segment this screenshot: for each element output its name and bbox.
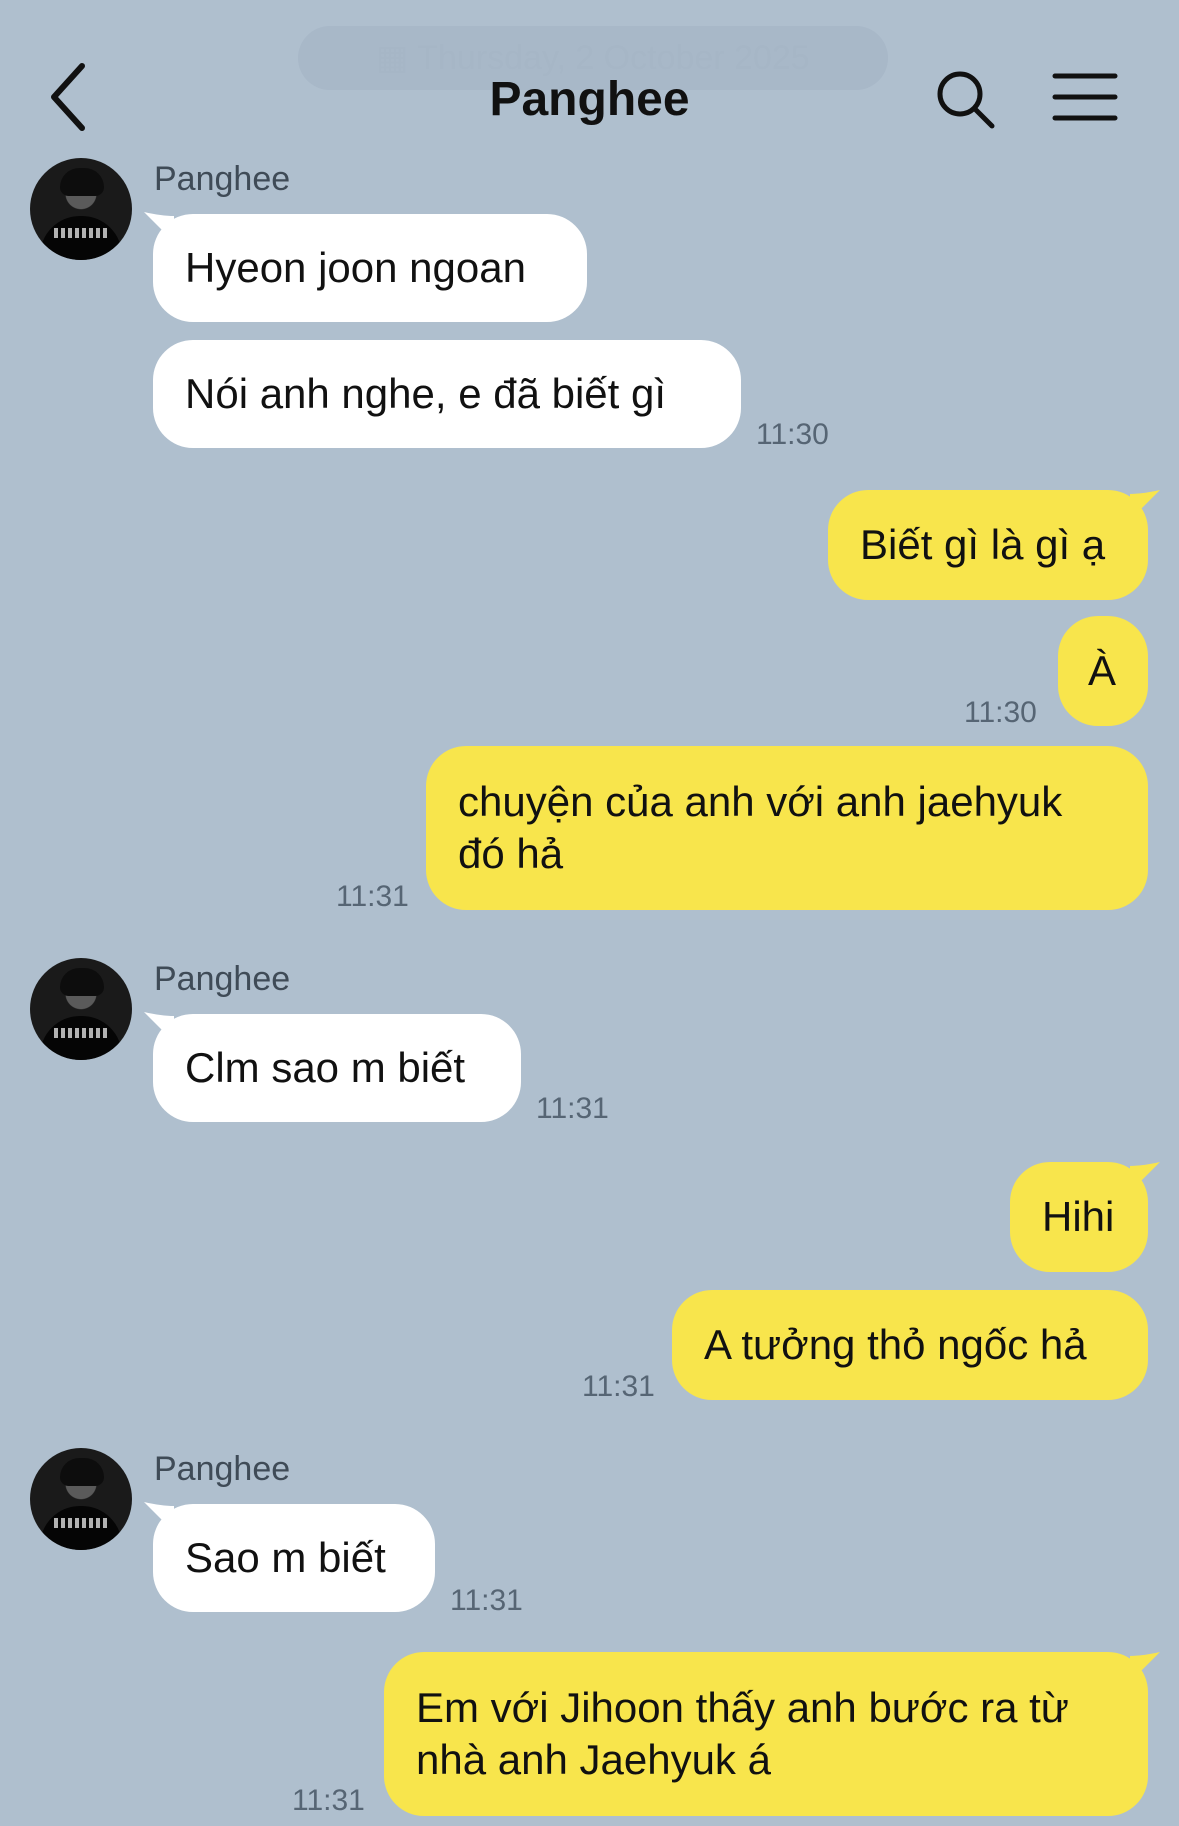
message-text: Biết gì là gì ạ xyxy=(860,521,1106,568)
avatar[interactable] xyxy=(30,1448,132,1550)
message-bubble[interactable]: Hyeon joon ngoan xyxy=(153,214,587,322)
message-time: 11:31 xyxy=(536,1092,609,1125)
message-time: 11:31 xyxy=(582,1370,655,1403)
message-text: Nói anh nghe, e đã biết gì xyxy=(185,370,667,417)
message-text: À xyxy=(1088,647,1117,694)
chat-title: Panghee xyxy=(489,73,690,126)
search-icon xyxy=(937,71,995,129)
message-bubble[interactable]: Hihi xyxy=(1010,1162,1148,1272)
message-bubble[interactable]: chuyện của anh với anh jaehyuk đó hả xyxy=(426,746,1148,910)
message-text: Hyeon joon ngoan xyxy=(185,244,526,291)
hamburger-menu-icon xyxy=(1052,73,1118,121)
sender-name: Panghee xyxy=(154,1450,291,1488)
avatar[interactable] xyxy=(30,958,132,1060)
sender-name: Panghee xyxy=(154,960,291,998)
message-time: 11:30 xyxy=(756,418,829,451)
message-bubble[interactable]: À xyxy=(1058,616,1148,726)
message-time: 11:30 xyxy=(964,696,1037,729)
message-text: Clm sao m biết xyxy=(185,1044,466,1091)
message-bubble[interactable]: Sao m biết xyxy=(153,1504,435,1612)
avatar[interactable] xyxy=(30,158,132,260)
message-time: 11:31 xyxy=(336,880,409,913)
message-bubble[interactable]: Em với Jihoon thấy anh bước ra từ nhà an… xyxy=(384,1652,1148,1816)
message-text: chuyện của anh với anh jaehyuk đó hả xyxy=(458,778,1063,877)
chat-header: Panghee xyxy=(0,0,1179,160)
message-bubble[interactable]: Clm sao m biết xyxy=(153,1014,521,1122)
message-time: 11:31 xyxy=(292,1784,365,1817)
message-text: Em với Jihoon thấy anh bước ra từ nhà an… xyxy=(416,1684,1069,1783)
message-text: A tưởng thỏ ngốc hả xyxy=(704,1321,1087,1368)
message-text: Sao m biết xyxy=(185,1534,386,1581)
message-bubble[interactable]: Biết gì là gì ạ xyxy=(828,490,1148,600)
message-time: 11:31 xyxy=(450,1584,523,1617)
message-text: Hihi xyxy=(1042,1193,1115,1240)
menu-button[interactable] xyxy=(1052,72,1118,122)
message-bubble[interactable]: A tưởng thỏ ngốc hả xyxy=(672,1290,1148,1400)
message-bubble[interactable]: Nói anh nghe, e đã biết gì xyxy=(153,340,741,448)
search-button[interactable] xyxy=(934,68,998,132)
sender-name: Panghee xyxy=(154,160,291,198)
